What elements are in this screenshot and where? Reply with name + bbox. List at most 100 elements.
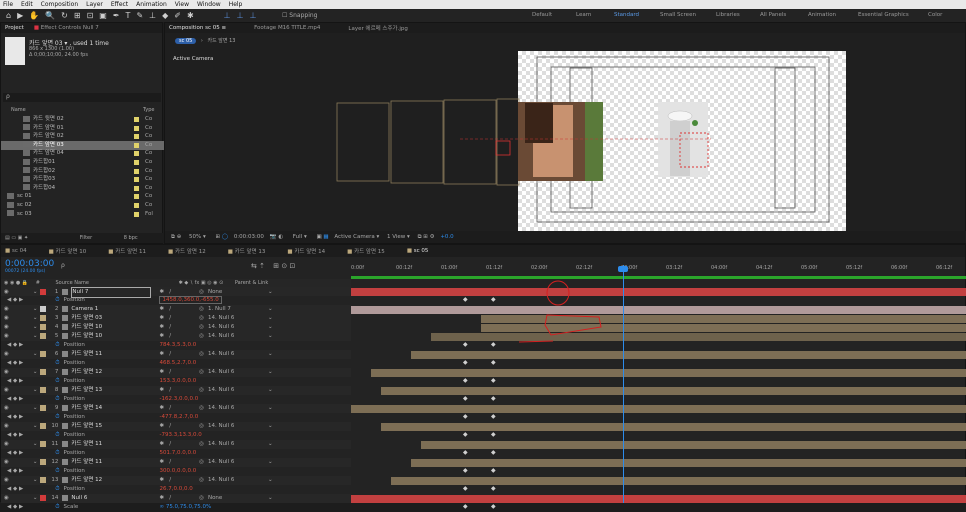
expand-chevron-icon[interactable]: ⌄ [33,387,38,393]
layer-switches[interactable]: ✱ ∕ [159,306,171,312]
eye-icon[interactable]: ◉ [4,423,9,429]
stopwatch-icon[interactable]: ⏱ [55,297,59,303]
label-color-swatch[interactable] [134,160,139,165]
layer-name[interactable]: 카드 앞면 15 [71,422,151,431]
keyframe-nav-icon[interactable]: ◀ ◆ ▶ [7,342,23,348]
layer-parent-dropdown[interactable]: 14. Null 6 [208,476,268,485]
label-color-swatch[interactable] [134,125,139,131]
transparency-grid-icon[interactable]: ▦ [323,234,328,240]
new-comp-icon[interactable]: ▣ [18,235,23,241]
parent-pickwhip-icon[interactable]: ◎ [199,351,204,357]
eye-icon[interactable]: ◉ [4,324,9,330]
layer-name[interactable]: 카드 앞면 11 [71,350,151,359]
stopwatch-icon[interactable]: ⏱ [55,342,59,348]
timeline-search-input[interactable]: ρ [61,262,121,270]
keyframe-nav-icon[interactable]: ◀ ◆ ▶ [7,486,23,492]
stopwatch-icon[interactable]: ⏱ [55,468,59,474]
layer-parent-dropdown[interactable]: 14. Null 6 [208,332,268,341]
label-color-swatch[interactable] [134,203,139,208]
clone-stamp-tool-icon[interactable]: ⊥ [149,9,156,22]
home-icon[interactable]: ⌂ [6,9,11,22]
playhead-handle[interactable] [618,266,628,272]
property-value[interactable]: 26.7,0.0,0.0 [159,486,192,492]
col-source-name[interactable]: Source Name [55,280,89,286]
brush-tool-icon[interactable]: ✎ [136,9,143,22]
eye-icon[interactable]: ◉ [4,333,9,339]
parent-pickwhip-icon[interactable]: ◎ [199,324,204,330]
workspace-default[interactable]: Default [532,9,552,22]
expand-chevron-icon[interactable]: ⌄ [33,405,38,411]
menu-item-file[interactable]: File [3,0,13,9]
axis-local-icon[interactable]: ⊥ [224,9,231,22]
expand-chevron-icon[interactable]: ⌄ [33,423,38,429]
stopwatch-icon[interactable]: ⏱ [55,360,59,366]
motion-blur-icon[interactable]: ⊙ [281,262,287,270]
rectangle-tool-icon[interactable]: ▣ [99,9,107,22]
keyframe-nav-icon[interactable]: ◀ ◆ ▶ [7,297,23,303]
workspace-animation[interactable]: Animation [808,9,836,22]
graph-editor-icon[interactable]: ⊡ [289,262,295,270]
layer-row[interactable]: ◉ ⌄ 6 카드 앞면 11 ✱ ∕ ◎ 14. Null 6 ⌄ [1,350,351,359]
layer-switches[interactable]: ✱ ∕ [159,495,171,501]
layer-row[interactable]: ◉ ⌄ 12 카드 앞면 11 ✱ ∕ ◎ 14. Null 6 ⌄ [1,458,351,467]
menu-item-animation[interactable]: Animation [136,0,167,9]
flowchart-icon[interactable]: ⊞ [423,234,428,240]
layer-parent-dropdown[interactable]: 14. Null 6 [208,458,268,467]
layer-row[interactable]: ◉ ⌄ 7 카드 앞면 12 ✱ ∕ ◎ 14. Null 6 ⌄ [1,368,351,377]
label-color-swatch[interactable] [134,142,139,148]
layer-switches[interactable]: ✱ ∕ [159,333,171,339]
property-value[interactable]: 300.0,0.0,0.0 [159,468,196,474]
label-color-swatch[interactable] [134,168,139,174]
parent-pickwhip-icon[interactable]: ◎ [199,441,204,447]
parent-pickwhip-icon[interactable]: ◎ [199,289,204,295]
snapping-toggle[interactable]: ☐ Snapping [282,9,317,22]
keyframe-nav-icon[interactable]: ◀ ◆ ▶ [7,468,23,474]
expand-chevron-icon[interactable]: ⌄ [33,477,38,483]
keyframe-marker[interactable]: ◆ [491,503,496,510]
timeline-tab-1[interactable]: ■ 카드 앞면 10 [49,247,87,255]
layer-switches[interactable]: ✱ ∕ [159,405,171,411]
zoom-tool-icon[interactable]: 🔍 [45,9,55,22]
parent-pickwhip-icon[interactable]: ◎ [199,306,204,312]
hand-tool-icon[interactable]: ✋ [29,9,39,22]
eye-icon[interactable]: ◉ [4,289,9,295]
layer-name[interactable]: 카드 앞면 10 [71,332,151,341]
expand-chevron-icon[interactable]: ⌄ [33,315,38,321]
layer-parent-dropdown[interactable]: 14. Null 6 [208,404,268,413]
workspace-essential-graphics[interactable]: Essential Graphics [858,9,909,22]
expand-chevron-icon[interactable]: ⌄ [33,441,38,447]
layer-row[interactable]: ◉ ⌄ 3 카드 앞면 03 ✱ ∕ ◎ 14. Null 6 ⌄ [1,314,351,323]
shy-icon[interactable]: ⇡ [259,262,265,270]
roi-icon[interactable]: ▣ [316,234,321,240]
layer-name[interactable]: 카드 앞면 11 [71,440,151,449]
layer-name[interactable]: Camera 1 [71,305,151,314]
project-search-input[interactable]: ρ [3,93,161,102]
layer-row[interactable]: ◉ ⌄ 1 Null 7 ✱ ∕ ◎ None ⌄ [1,287,351,298]
camera-tool-icon[interactable]: ⊞ [74,9,81,22]
eye-icon[interactable]: ◉ [4,405,9,411]
layer-name[interactable]: 카드 앞면 10 [71,323,151,332]
stopwatch-icon[interactable]: ⏱ [55,504,59,510]
property-value[interactable]: 784.3,5.3,0.0 [159,342,196,348]
stopwatch-icon[interactable]: ⏱ [55,414,59,420]
puppet-tool-icon[interactable]: ✱ [187,9,194,22]
label-color-swatch[interactable] [134,185,139,191]
parent-pickwhip-icon[interactable]: ◎ [199,333,204,339]
layer-name[interactable]: 카드 앞면 12 [71,476,151,485]
stopwatch-icon[interactable]: ⏱ [55,432,59,438]
layer-row[interactable]: ◉ ⌄ 2 Camera 1 ✱ ∕ ◎ 1. Null 7 ⌄ [1,305,351,314]
eye-icon[interactable]: ◉ [4,459,9,465]
layer-parent-dropdown[interactable]: 14. Null 6 [208,440,268,449]
roto-brush-icon[interactable]: ✐ [174,9,181,22]
layer-name[interactable]: 카드 앞면 03 [71,314,151,323]
property-value[interactable]: 1458.0,360.0,-655.0 [159,296,222,304]
layer-row[interactable]: ◉ ⌄ 5 카드 앞면 10 ✱ ∕ ◎ 14. Null 6 ⌄ [1,332,351,341]
workspace-libraries[interactable]: Libraries [716,9,740,22]
eye-icon[interactable]: ◉ [4,306,9,312]
eye-icon[interactable]: ◉ [4,387,9,393]
parent-pickwhip-icon[interactable]: ◎ [199,405,204,411]
views-dropdown[interactable]: 1 View [387,234,405,240]
timeline-tab-5[interactable]: ■ 카드 앞면 14 [287,247,325,255]
layer-row[interactable]: ◉ ⌄ 9 카드 앞면 14 ✱ ∕ ◎ 14. Null 6 ⌄ [1,404,351,413]
timeline-tab-0[interactable]: ■ sc 04 [5,248,27,254]
